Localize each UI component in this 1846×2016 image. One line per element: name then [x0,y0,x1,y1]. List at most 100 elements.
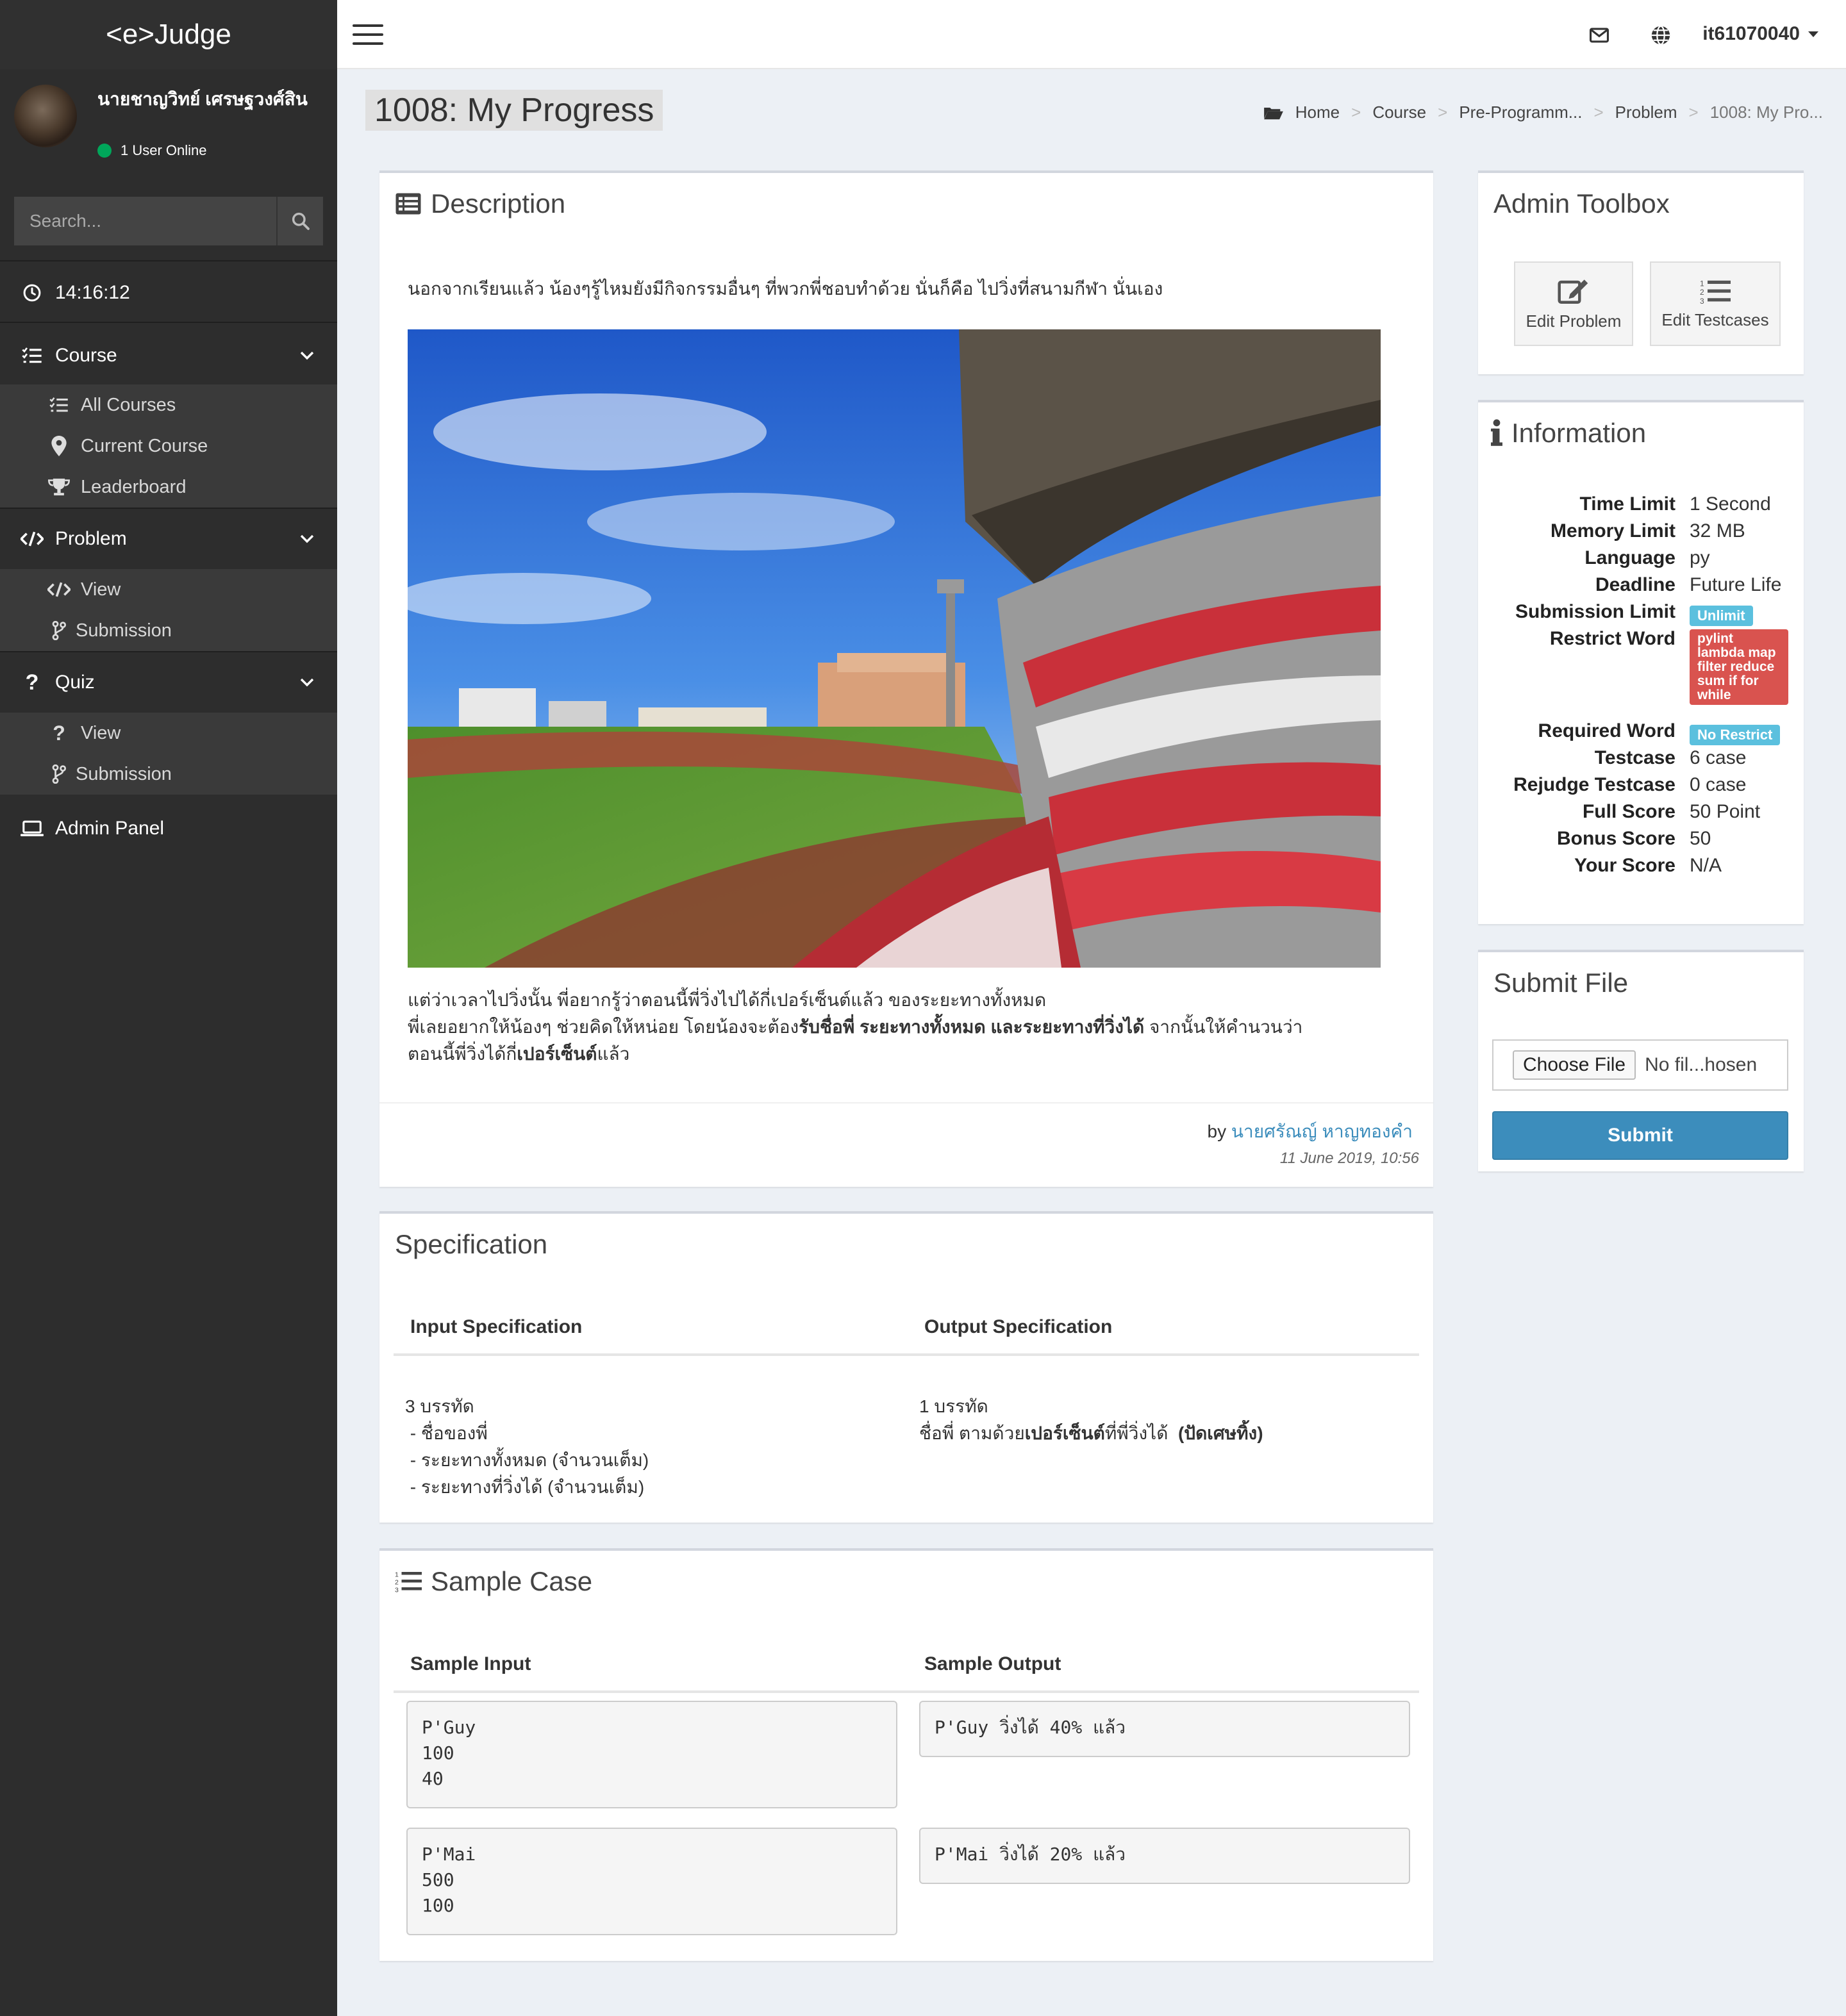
info-row-testcase: Testcase 6 case [1478,747,1804,774]
restrict-word-badge: pylint lambda map filter reduce sum if f… [1690,629,1788,705]
sidebar-search [14,197,323,245]
description-line-2c: จากนั้นให้คำนวนว่า [1144,1017,1303,1037]
info-row-your-score: Your Score N/A [1478,855,1804,882]
sample-output-1[interactable]: P'Guy วิ่งได้ 40% แล้ว [919,1701,1410,1757]
info-row-time-limit: Time Limit 1 Second [1478,493,1804,520]
output-spec-line-1: 1 บรรทัด [919,1396,988,1416]
sidebar-item-label: View [81,579,121,600]
sample-output-2[interactable]: P'Mai วิ่งได้ 20% แล้ว [919,1828,1410,1884]
sample-case-box: 123 Sample Case Sample Input Sample Outp… [379,1548,1433,1961]
sidebar-item-leaderboard[interactable]: Leaderboard [0,467,337,508]
sidebar-item-admin-panel[interactable]: Admin Panel [0,798,337,859]
breadcrumb-separator: > [1351,103,1361,122]
sidebar-item-all-courses[interactable]: All Courses [0,384,337,426]
info-value: 1 Second [1690,493,1771,515]
user-menu[interactable]: it61070040 [1702,23,1819,45]
sidebar-item-problem-submission[interactable]: Submission [0,610,337,651]
info-key: Memory Limit [1550,520,1676,541]
file-name-text: No fil...hosen [1645,1054,1758,1075]
chevron-down-icon [300,534,314,543]
info-value: 50 Point [1690,801,1761,822]
info-icon [1491,419,1502,446]
search-input[interactable] [14,197,276,245]
info-row-language: Language py [1478,547,1804,574]
app-logo[interactable]: <e>Judge [0,0,337,69]
sidebar-item-quiz-view[interactable]: ? View [0,713,337,754]
specification-box: Specification Input Specification Output… [379,1211,1433,1523]
list-alt-icon [395,193,421,215]
information-header: Information [1491,418,1646,449]
output-spec-text: 1 บรรทัด ชื่อพี่ ตามด้วยเปอร์เซ็นต์ที่พี… [919,1393,1263,1447]
chevron-down-icon [300,351,314,360]
sidebar-item-current-course[interactable]: Current Course [0,426,337,467]
search-button[interactable] [276,197,323,245]
question-icon: ? [53,721,65,745]
sidebar-item-label: Submission [76,620,172,641]
edit-problem-button[interactable]: Edit Problem [1514,261,1633,346]
breadcrumb-course[interactable]: Course [1372,103,1426,122]
sample-input-header: Sample Input [410,1653,531,1674]
sidebar-toggle-button[interactable] [353,24,383,45]
edit-testcases-button[interactable]: 123 Edit Testcases [1650,261,1781,346]
sidebar-clock: 14:16:12 [0,264,337,322]
online-status: 1 User Online [97,142,207,159]
description-header: Description [395,188,565,219]
info-key: Testcase [1594,747,1676,768]
description-line-2b: รับชื่อพี่ ระยะทางทั้งหมด และระยะทางที่ว… [799,1017,1145,1037]
breadcrumb-problem[interactable]: Problem [1615,103,1677,122]
sample-input-2[interactable]: P'Mai 500 100 [406,1828,897,1935]
code-fork-icon [52,621,67,640]
sidebar-item-quiz[interactable]: ? Quiz [0,652,337,713]
choose-file-button[interactable]: Choose File [1513,1050,1636,1080]
breadcrumb-home[interactable]: Home [1295,103,1340,122]
sidebar-item-problem[interactable]: Problem [0,509,337,569]
info-key: Deadline [1595,574,1676,595]
submit-button[interactable]: Submit [1492,1111,1788,1160]
description-line-3c: แล้ว [597,1044,630,1064]
input-spec-text: 3 บรรทัด - ชื่อของพี่ - ระยะทางทั้งหมด (… [405,1396,649,1497]
divider [0,322,337,323]
description-footer-divider [379,1102,1433,1103]
tasks-icon [22,347,42,363]
specification-title: Specification [395,1229,548,1259]
description-line-2a: พี่เลยอยากให้น้องๆ ช่วยคิดให้หน่อย โดยน้… [408,1017,799,1037]
info-key: Rejudge Testcase [1513,774,1676,795]
map-marker-icon [51,436,67,456]
table-header-divider [394,1353,1419,1356]
info-value: py [1690,547,1710,568]
author-link[interactable]: นายศรัณญ์ หาญทองคำ [1231,1121,1413,1141]
globe-icon[interactable] [1650,24,1672,46]
sidebar-label-problem: Problem [55,528,127,549]
description-intro: นอกจากเรียนแล้ว น้องๆรู้ไหมยังมีกิจกรรมอ… [408,279,1163,299]
user-avatar [14,85,77,147]
sidebar-label-admin: Admin Panel [55,818,165,839]
breadcrumb-course-name[interactable]: Pre-Programm... [1459,103,1582,122]
sidebar-item-quiz-submission[interactable]: Submission [0,754,337,795]
envelope-icon[interactable] [1588,24,1610,46]
sidebar-item-course[interactable]: Course [0,326,337,386]
info-key: Time Limit [1579,493,1676,515]
sidebar-item-problem-view[interactable]: View [0,569,337,610]
online-dot-icon [97,144,112,158]
edit-problem-label: Edit Problem [1526,311,1622,331]
description-line-3a: ตอนนี้พี่วิ่งได้กี่ [408,1044,517,1064]
page-title: 1008: My Progress [365,90,663,131]
info-value: Future Life [1690,574,1782,595]
breadcrumb-separator: > [1688,103,1699,122]
file-input[interactable]: Choose File No fil...hosen [1492,1039,1788,1091]
info-value: Unlimit [1690,604,1753,626]
sidebar-label-quiz: Quiz [55,672,95,693]
trophy-icon [48,478,70,496]
info-value: 50 [1690,828,1711,849]
description-title: Description [431,188,566,219]
info-value: 32 MB [1690,520,1745,541]
info-value: No Restrict [1690,723,1781,745]
output-spec-d: (ปัดเศษทิ้ง) [1177,1423,1263,1443]
description-body: แต่ว่าเวลาไปวิ่งนั้น พี่อยากรู้ว่าตอนนี้… [408,987,1302,1068]
information-box: Information Time Limit 1 Second Memory L… [1478,400,1804,924]
online-text: 1 User Online [121,142,207,158]
clock-time: 14:16:12 [55,282,130,303]
sample-input-1[interactable]: P'Guy 100 40 [406,1701,897,1808]
sample-case-title: Sample Case [431,1566,593,1596]
breadcrumb: Home > Course > Pre-Programm... > Proble… [1263,103,1823,122]
